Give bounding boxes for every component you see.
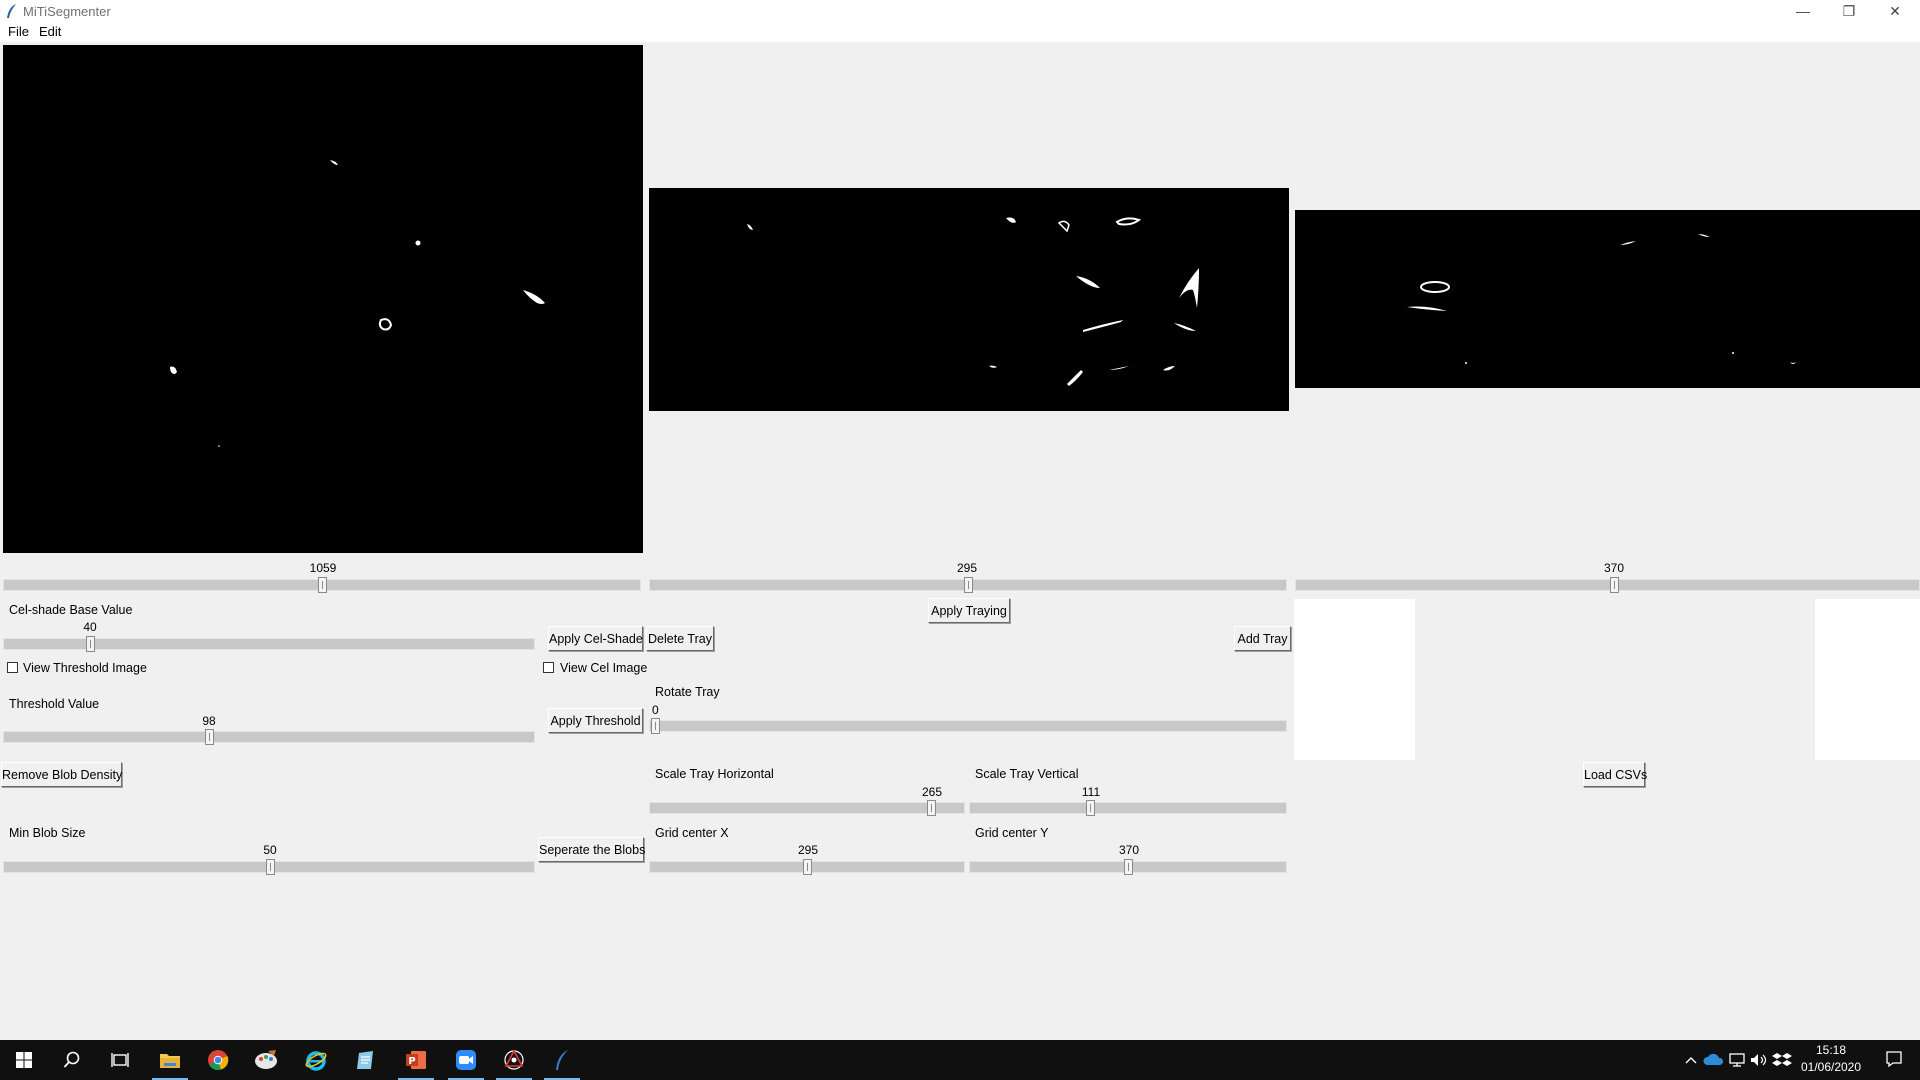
scale-tray-vertical-label: Scale Tray Vertical (975, 767, 1079, 781)
apply-traying-button[interactable]: Apply Traying (928, 598, 1010, 623)
remove-blob-density-button[interactable]: Remove Blob Density (1, 762, 122, 787)
spider-app-icon[interactable] (490, 1040, 538, 1080)
menu-edit[interactable]: Edit (39, 24, 61, 39)
min-blob-size-label: Min Blob Size (9, 826, 86, 840)
minimize-button[interactable]: — (1780, 0, 1826, 22)
grid-center-y-thumb[interactable] (1124, 859, 1133, 875)
svg-text:P: P (408, 1056, 415, 1067)
grid-center-x-label: Grid center X (655, 826, 729, 840)
tray-image-view (649, 188, 1289, 411)
view-cel-label: View Cel Image (560, 661, 648, 675)
powerpoint-icon[interactable]: P (392, 1040, 440, 1080)
onedrive-icon[interactable] (1703, 1051, 1725, 1069)
threshold-slider-value: 98 (202, 714, 216, 728)
rotate-tray-slider-thumb[interactable] (651, 718, 660, 734)
celshade-slider[interactable] (3, 636, 535, 652)
clock-time: 15:18 (1815, 1043, 1847, 1057)
grid-center-x-value: 295 (797, 843, 819, 857)
close-button[interactable]: ✕ (1872, 0, 1918, 22)
tray-list-box-right[interactable] (1815, 599, 1920, 760)
celshade-slider-thumb[interactable] (86, 636, 95, 652)
rotate-tray-slider-value: 0 (652, 703, 659, 717)
min-blob-size-value: 50 (263, 843, 277, 857)
grid-center-y-label: Grid center Y (975, 826, 1049, 840)
image1-slider-thumb[interactable] (318, 577, 327, 593)
grid-center-x-thumb[interactable] (803, 859, 812, 875)
restore-button[interactable]: ❐ (1826, 0, 1872, 22)
notepad-icon[interactable] (342, 1040, 390, 1080)
scale-tray-horizontal-slider[interactable] (649, 800, 965, 816)
feather-app-icon (6, 3, 18, 19)
image3-slider-value: 370 (1603, 561, 1625, 575)
scale-tray-vertical-value: 111 (1081, 785, 1101, 799)
chrome-icon[interactable] (194, 1040, 242, 1080)
grid-center-y-slider[interactable] (969, 859, 1287, 875)
volume-icon[interactable] (1748, 1051, 1770, 1069)
image2-slider-value: 295 (956, 561, 978, 575)
grid-center-y-value: 370 (1118, 843, 1140, 857)
threshold-slider[interactable] (3, 729, 535, 745)
image3-slider-thumb[interactable] (1610, 577, 1619, 593)
image2-slider[interactable] (649, 577, 1287, 593)
min-blob-size-thumb[interactable] (266, 859, 275, 875)
windows-start-icon[interactable] (0, 1040, 48, 1080)
show-hidden-icons-chevron-icon[interactable] (1680, 1050, 1702, 1070)
title-bar (0, 0, 1920, 22)
image1-slider[interactable] (3, 577, 641, 593)
task-view-icon[interactable] (96, 1040, 144, 1080)
internet-explorer-icon[interactable] (292, 1040, 340, 1080)
scale-tray-horizontal-thumb[interactable] (927, 800, 936, 816)
rotate-tray-label: Rotate Tray (655, 685, 720, 699)
delete-tray-button[interactable]: Delete Tray (646, 626, 714, 651)
tray-list-box-left[interactable] (1294, 599, 1415, 760)
celshade-slider-value: 40 (83, 620, 97, 634)
threshold-image-view (3, 45, 643, 553)
threshold-slider-thumb[interactable] (205, 729, 214, 745)
scale-tray-horizontal-label: Scale Tray Horizontal (655, 767, 774, 781)
taskbar-clock[interactable]: 15:18 01/06/2020 (1786, 1042, 1876, 1076)
load-csvs-button[interactable]: Load CSVs (1583, 762, 1647, 787)
image2-slider-thumb[interactable] (964, 577, 973, 593)
separate-blobs-button[interactable]: Seperate the Blobs (538, 837, 645, 862)
image3-slider[interactable] (1295, 577, 1920, 593)
scale-tray-horizontal-value: 265 (921, 785, 943, 799)
scale-tray-vertical-slider[interactable] (969, 800, 1287, 816)
view-cel-checkbox[interactable] (543, 662, 554, 673)
rotate-tray-slider[interactable] (649, 718, 1287, 734)
notifications-icon[interactable] (1876, 1050, 1912, 1070)
paint-icon[interactable] (242, 1040, 290, 1080)
view-threshold-checkbox[interactable] (7, 662, 18, 673)
window-title: MiTiSegmenter (23, 4, 111, 19)
clock-date: 01/06/2020 (1800, 1060, 1862, 1074)
scale-tray-vertical-thumb[interactable] (1086, 800, 1095, 816)
zoom-icon[interactable] (442, 1040, 490, 1080)
add-tray-button[interactable]: Add Tray (1234, 626, 1291, 651)
threshold-value-label: Threshold Value (9, 697, 100, 711)
network-icon[interactable] (1726, 1051, 1748, 1069)
min-blob-size-slider[interactable] (3, 859, 535, 875)
file-explorer-icon[interactable] (146, 1040, 194, 1080)
menu-bar (0, 22, 1920, 42)
menu-file[interactable]: File (8, 24, 29, 39)
search-icon[interactable] (48, 1040, 96, 1080)
image1-slider-value: 1059 (309, 561, 337, 575)
python-feather-icon[interactable] (538, 1040, 586, 1080)
segmented-image-view (1295, 210, 1920, 388)
grid-center-x-slider[interactable] (649, 859, 965, 875)
view-threshold-label: View Threshold Image (23, 661, 147, 675)
celshade-base-label: Cel-shade Base Value (9, 603, 133, 617)
apply-threshold-button[interactable]: Apply Threshold (548, 708, 643, 733)
apply-celshade-button[interactable]: Apply Cel-Shade (548, 626, 643, 651)
